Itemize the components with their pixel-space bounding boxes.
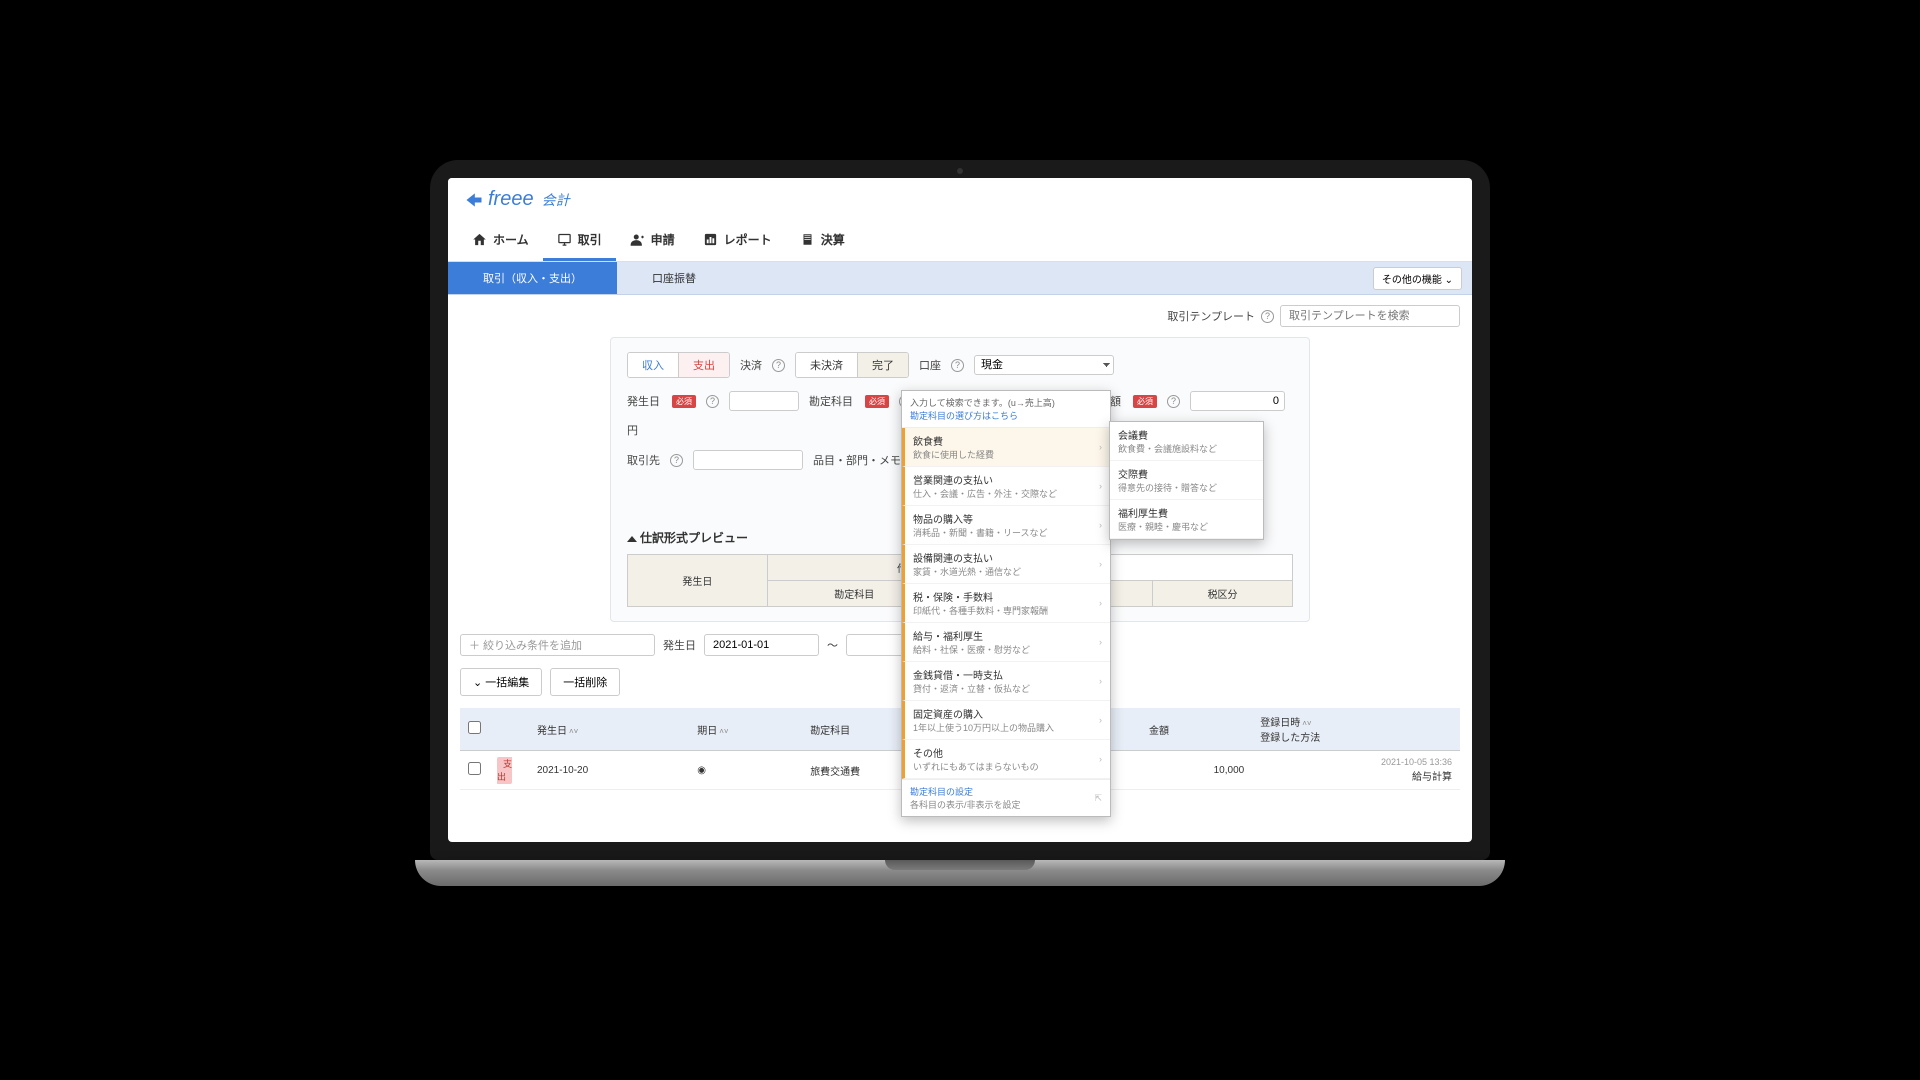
chevron-down-icon: ⌄ (473, 676, 482, 689)
sort-icon[interactable]: ˄˅ (1302, 719, 1311, 728)
app-header: freee 会計 (448, 178, 1472, 221)
dropdown-item[interactable]: 設備関連の支払い家賃・水道光熱・通信など› (902, 545, 1110, 584)
template-label: 取引テンプレート (1167, 308, 1255, 324)
home-icon (472, 232, 487, 247)
date-input[interactable] (729, 391, 799, 411)
filter-add-input[interactable] (460, 634, 655, 656)
submenu-item[interactable]: 交際費得意先の接待・贈答など (1110, 461, 1263, 500)
transaction-form: 収入 支出 決済 ? 未決済 完了 口座 ? 現金 (610, 337, 1310, 622)
help-icon[interactable]: ? (706, 395, 719, 408)
dropdown-item[interactable]: 営業関連の支払い仕入・会議・広告・外注・交際など› (902, 467, 1110, 506)
chevron-up-icon (627, 531, 637, 545)
monitor-icon (557, 232, 572, 247)
dropdown-item[interactable]: その他いずれにもあてはまらないもの› (902, 740, 1110, 779)
chevron-right-icon: › (1099, 559, 1102, 569)
income-expense-toggle: 収入 支出 (627, 352, 730, 378)
income-toggle[interactable]: 収入 (628, 353, 679, 377)
chevron-right-icon: › (1099, 715, 1102, 725)
dropdown-item[interactable]: 給与・福利厚生給料・社保・医療・慰労など› (902, 623, 1110, 662)
logo-icon (464, 190, 484, 210)
unsettled-toggle[interactable]: 未決済 (796, 353, 858, 377)
amount-input[interactable] (1190, 391, 1285, 411)
bulk-delete-button[interactable]: 一括削除 (550, 668, 620, 696)
dropdown-item[interactable]: 税・保険・手数料印紙代・各種手数料・専門家報酬› (902, 584, 1110, 623)
book-icon (800, 232, 815, 247)
main-nav: ホーム 取引 申請 レポート 決算 (448, 221, 1472, 262)
chevron-right-icon: › (1099, 598, 1102, 608)
app-screen: freee 会計 ホーム 取引 申請 (448, 178, 1472, 842)
filter-date-from[interactable] (704, 634, 819, 656)
nav-reports[interactable]: レポート (689, 221, 786, 261)
logo-product: 会計 (542, 190, 570, 210)
sort-icon[interactable]: ˄˅ (719, 727, 728, 736)
circle-icon: ◉ (697, 765, 706, 776)
sort-icon[interactable]: ˄˅ (569, 727, 578, 736)
nav-settlement[interactable]: 決算 (786, 221, 859, 261)
person-icon (630, 232, 645, 247)
account-select[interactable]: 現金 (974, 355, 1114, 375)
select-all-checkbox[interactable] (468, 721, 481, 734)
chevron-right-icon: › (1099, 520, 1102, 530)
template-search-input[interactable] (1280, 305, 1460, 327)
help-icon[interactable]: ? (1167, 395, 1180, 408)
submenu-item[interactable]: 会議費飲食費・会議施設料など (1110, 422, 1263, 461)
category-dropdown: 入力して検索できます。(u→売上高) 勘定科目の選び方はこちら 飲食費飲食に使用… (901, 390, 1111, 817)
chevron-right-icon: › (1099, 442, 1102, 452)
dropdown-settings-link[interactable]: 勘定科目の設定各科目の表示/非表示を設定⇱ (902, 779, 1110, 816)
settlement-toggle: 未決済 完了 (795, 352, 909, 378)
sub-nav: 取引（収入・支出） 口座振替 その他の機能 ⌄ (448, 262, 1472, 295)
dropdown-hint: 入力して検索できます。(u→売上高) 勘定科目の選び方はこちら (902, 391, 1110, 428)
chevron-right-icon: › (1099, 676, 1102, 686)
chevron-right-icon: › (1099, 481, 1102, 491)
logo-brand: freee (488, 188, 534, 211)
dropdown-item[interactable]: 金銭貸借・一時支払貸付・返済・立替・仮払など› (902, 662, 1110, 701)
help-icon[interactable]: ? (772, 359, 785, 372)
logo[interactable]: freee 会計 (464, 188, 570, 211)
row-checkbox[interactable] (468, 762, 481, 775)
subnav-transactions[interactable]: 取引（収入・支出） (448, 262, 617, 294)
chart-icon (703, 232, 718, 247)
category-submenu: 会議費飲食費・会議施設料など 交際費得意先の接待・贈答など 福利厚生費医療・親睦… (1109, 421, 1264, 540)
template-search-row: 取引テンプレート ? (460, 305, 1460, 327)
external-icon: ⇱ (1094, 793, 1102, 804)
nav-home[interactable]: ホーム (458, 221, 543, 261)
chevron-right-icon: › (1099, 637, 1102, 647)
expense-toggle[interactable]: 支出 (679, 353, 729, 377)
chevron-down-icon: ⌄ (1445, 275, 1453, 286)
submenu-item[interactable]: 福利厚生費医療・親睦・慶弔など (1110, 500, 1263, 539)
chevron-right-icon: › (1099, 754, 1102, 764)
dropdown-item[interactable]: 物品の購入等消耗品・新聞・書籍・リースなど› (902, 506, 1110, 545)
partner-input[interactable] (693, 450, 803, 470)
completed-toggle[interactable]: 完了 (858, 353, 908, 377)
expense-badge: 支出 (497, 757, 512, 784)
help-icon[interactable]: ? (670, 454, 683, 467)
nav-requests[interactable]: 申請 (616, 221, 689, 261)
help-icon[interactable]: ? (1261, 310, 1274, 323)
help-icon[interactable]: ? (951, 359, 964, 372)
nav-transactions[interactable]: 取引 (543, 221, 616, 261)
bulk-edit-button[interactable]: ⌄一括編集 (460, 668, 542, 696)
other-functions-button[interactable]: その他の機能 ⌄ (1373, 267, 1462, 290)
dropdown-help-link[interactable]: 勘定科目の選び方はこちら (910, 409, 1102, 422)
subnav-transfer[interactable]: 口座振替 (617, 262, 731, 294)
dropdown-item[interactable]: 飲食費飲食に使用した経費› (902, 428, 1110, 467)
dropdown-item[interactable]: 固定資産の購入1年以上使う10万円以上の物品購入› (902, 701, 1110, 740)
